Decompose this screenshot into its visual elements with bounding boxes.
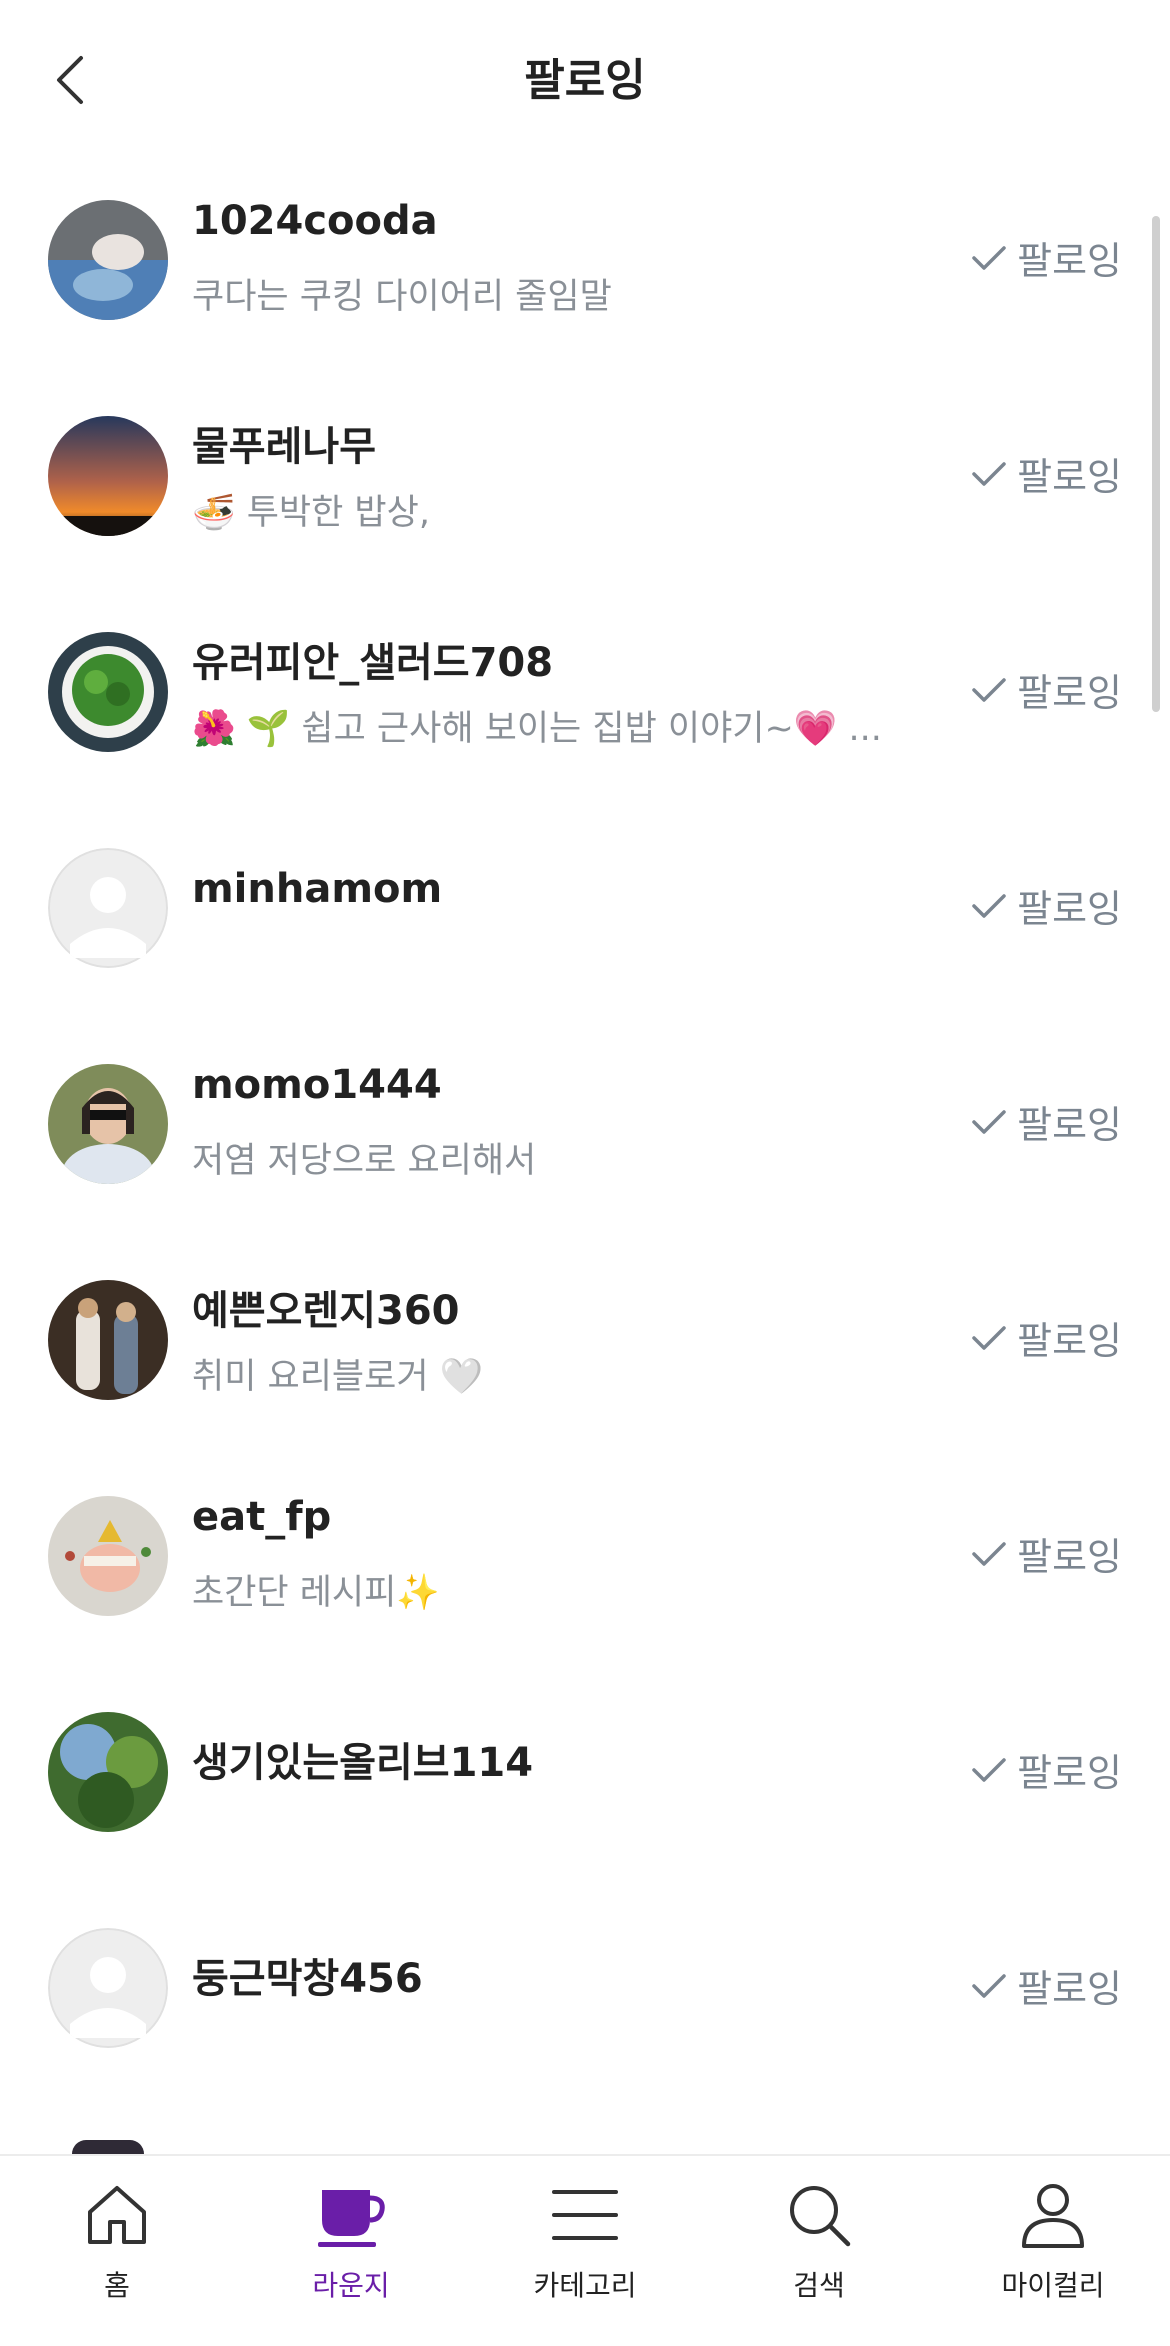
user-name: 물푸레나무 xyxy=(192,424,376,470)
following-button-label: 팔로잉 xyxy=(1017,1967,1122,2011)
following-list: 1024cooda 쿠다는 쿠킹 다이어리 줄임말 팔로잉 물푸레나무 🍜 투박… xyxy=(0,160,1170,2104)
following-button[interactable]: 팔로잉 xyxy=(971,1310,1122,1365)
avatar[interactable] xyxy=(48,1064,168,1184)
user-description: 쿠다는 쿠킹 다이어리 줄임말 xyxy=(192,277,612,317)
check-icon xyxy=(972,1325,1006,1350)
following-button-label: 팔로잉 xyxy=(1017,1535,1122,1579)
user-name: 예쁜오렌지360 xyxy=(192,1288,460,1334)
tab-home[interactable]: 홈 xyxy=(0,2156,234,2346)
tab-category-label: 카테고리 xyxy=(533,2269,637,2302)
tab-search[interactable]: 검색 xyxy=(702,2156,936,2346)
list-item[interactable]: 1024cooda 쿠다는 쿠킹 다이어리 줄임말 팔로잉 xyxy=(0,160,1170,376)
check-icon xyxy=(972,677,1006,702)
following-button[interactable]: 팔로잉 xyxy=(971,878,1122,933)
following-button[interactable]: 팔로잉 xyxy=(971,446,1122,501)
menu-icon xyxy=(552,2190,618,2240)
coffee-cup-icon xyxy=(318,2190,385,2247)
list-item[interactable]: minhamom 팔로잉 xyxy=(0,808,1170,1024)
user-name: 유러피안_샐러드708 xyxy=(192,640,554,686)
tab-my-label: 마이컬리 xyxy=(1001,2269,1105,2302)
user-description: 초간단 레시피✨ xyxy=(192,1573,440,1613)
avatar[interactable] xyxy=(48,632,168,752)
following-button-label: 팔로잉 xyxy=(1017,671,1122,715)
user-description: 저염 저당으로 요리해서 xyxy=(192,1141,537,1181)
following-button-label: 팔로잉 xyxy=(1017,1751,1122,1795)
list-item[interactable]: 예쁜오렌지360 취미 요리블로거 🤍 팔로잉 xyxy=(0,1240,1170,1456)
avatar-partial xyxy=(72,2140,144,2154)
following-button-label: 팔로잉 xyxy=(1017,1319,1122,1363)
following-button[interactable]: 팔로잉 xyxy=(971,1742,1122,1797)
avatar[interactable] xyxy=(48,848,168,968)
check-icon xyxy=(972,245,1006,270)
user-description: 취미 요리블로거 🤍 xyxy=(192,1357,484,1397)
check-icon xyxy=(972,893,1006,918)
check-icon xyxy=(972,1541,1006,1566)
avatar[interactable] xyxy=(48,1496,168,1616)
following-button-label: 팔로잉 xyxy=(1017,455,1122,499)
tab-lounge[interactable]: 라운지 xyxy=(234,2156,468,2346)
bottom-tab-bar: 홈 라운지 카테고리 검색 마이컬리 xyxy=(0,2154,1170,2346)
tab-home-label: 홈 xyxy=(104,2269,130,2302)
tab-category[interactable]: 카테고리 xyxy=(468,2156,702,2346)
page-title: 팔로잉 xyxy=(524,55,646,106)
following-button[interactable]: 팔로잉 xyxy=(971,1094,1122,1149)
check-icon xyxy=(972,1109,1006,1134)
user-name: 생기있는올리브114 xyxy=(192,1740,534,1786)
following-button-label: 팔로잉 xyxy=(1017,239,1122,283)
user-name: minhamom xyxy=(192,866,443,912)
list-item[interactable]: momo1444 저염 저당으로 요리해서 팔로잉 xyxy=(0,1024,1170,1240)
home-icon xyxy=(88,2186,146,2244)
app: 팔로잉 1024cooda 쿠다는 쿠킹 다이어리 줄임말 팔로잉 물푸레나무 … xyxy=(0,0,1170,2346)
person-icon xyxy=(1022,2184,1084,2248)
tab-search-label: 검색 xyxy=(793,2269,845,2302)
avatar[interactable] xyxy=(48,1928,168,2048)
following-button[interactable]: 팔로잉 xyxy=(971,230,1122,285)
user-description: 🌺 🌱 쉽고 근사해 보이는 집밥 이야기~💗 ... xyxy=(192,709,882,749)
avatar[interactable] xyxy=(48,1280,168,1400)
user-description: 🍜 투박한 밥상, xyxy=(192,493,430,533)
avatar[interactable] xyxy=(48,200,168,320)
avatar[interactable] xyxy=(48,416,168,536)
list-item[interactable]: 유러피안_샐러드708 🌺 🌱 쉽고 근사해 보이는 집밥 이야기~💗 ... … xyxy=(0,592,1170,808)
check-icon xyxy=(972,1973,1006,1998)
user-name: momo1444 xyxy=(192,1062,442,1108)
default-avatar-icon xyxy=(48,848,168,968)
user-name: eat_fp xyxy=(192,1494,332,1540)
user-name: 1024cooda xyxy=(192,198,438,244)
avatar[interactable] xyxy=(48,1712,168,1832)
search-icon xyxy=(790,2186,851,2247)
list-item[interactable]: 생기있는올리브114 팔로잉 xyxy=(0,1672,1170,1888)
list-item[interactable]: 둥근막창456 팔로잉 xyxy=(0,1888,1170,2104)
list-item[interactable]: 물푸레나무 🍜 투박한 밥상, 팔로잉 xyxy=(0,376,1170,592)
check-icon xyxy=(972,461,1006,486)
header: 팔로잉 xyxy=(0,0,1170,160)
following-button-label: 팔로잉 xyxy=(1017,887,1122,931)
user-name: 둥근막창456 xyxy=(192,1956,423,2002)
following-button[interactable]: 팔로잉 xyxy=(971,1526,1122,1581)
scrollbar[interactable] xyxy=(1152,216,1160,712)
following-button[interactable]: 팔로잉 xyxy=(971,1958,1122,2013)
check-icon xyxy=(972,1757,1006,1782)
following-button[interactable]: 팔로잉 xyxy=(971,662,1122,717)
tab-lounge-label: 라운지 xyxy=(312,2269,390,2302)
default-avatar-icon xyxy=(48,1928,168,2048)
list-item[interactable]: eat_fp 초간단 레시피✨ 팔로잉 xyxy=(0,1456,1170,1672)
tab-my[interactable]: 마이컬리 xyxy=(936,2156,1170,2346)
following-button-label: 팔로잉 xyxy=(1017,1103,1122,1147)
